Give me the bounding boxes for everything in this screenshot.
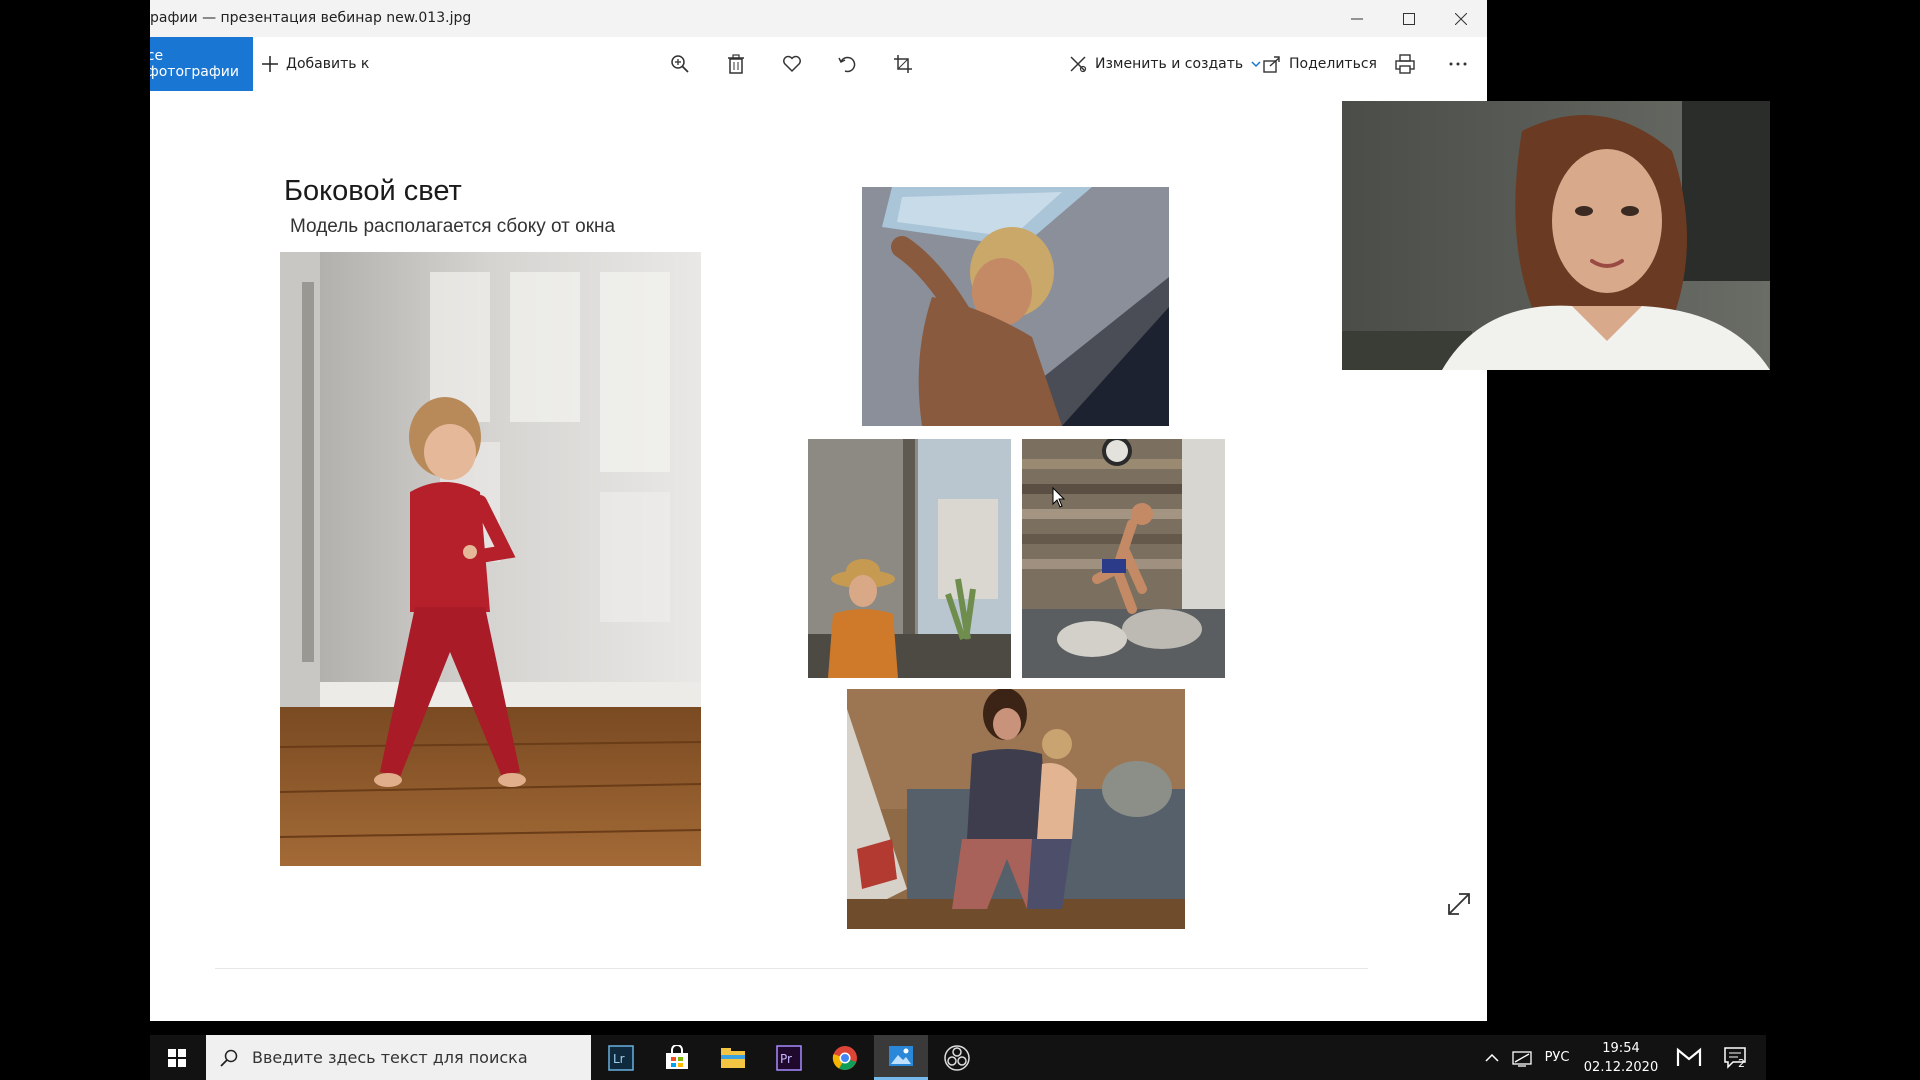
taskbar-store[interactable] [650, 1035, 704, 1080]
taskbar-file-explorer[interactable] [706, 1035, 760, 1080]
mail-notifier-icon [1676, 1047, 1702, 1066]
zoom-button[interactable] [662, 37, 698, 91]
edit-create-menu[interactable]: Изменить и создать [1069, 37, 1261, 91]
windows-taskbar: Введите здесь текст для поиска Lr Pr РУС… [150, 1035, 1766, 1080]
search-icon [220, 1049, 238, 1067]
close-icon [1455, 12, 1467, 25]
photo-child-red-pajamas [280, 252, 701, 866]
title-bar: рафии — презентация вебинар new.013.jpg [150, 0, 1487, 37]
taskbar-lightroom[interactable]: Lr [594, 1035, 648, 1080]
tray-overflow-button[interactable] [1480, 1035, 1504, 1080]
slide-image: Боковой свет Модель располагается сбоку … [150, 91, 1487, 1021]
taskbar-chrome[interactable] [818, 1035, 872, 1080]
tray-language[interactable]: РУС [1540, 1035, 1574, 1080]
crop-icon [894, 55, 912, 73]
taskbar-obs[interactable] [930, 1035, 984, 1080]
share-label: Поделиться [1289, 56, 1377, 72]
premiere-icon: Pr [776, 1044, 802, 1071]
add-to-button[interactable]: Добавить к [262, 37, 369, 91]
photo-girl-with-hat [808, 439, 1011, 678]
expand-icon [1448, 893, 1470, 915]
chevron-down-icon [1251, 61, 1261, 68]
photo-boy-jumping [1022, 439, 1225, 678]
action-center-button[interactable]: 2 [1716, 1035, 1756, 1080]
slide-title: Боковой свет [284, 175, 462, 207]
taskbar-search-box[interactable]: Введите здесь текст для поиска [206, 1035, 591, 1080]
print-button[interactable] [1387, 37, 1423, 91]
edit-create-label: Изменить и создать [1095, 56, 1244, 72]
favorite-button[interactable] [774, 37, 810, 91]
plus-icon [262, 56, 278, 72]
photo-toolbar: се фотографии Добавить к Изменить и созд… [150, 37, 1487, 91]
maximize-button[interactable] [1383, 0, 1435, 37]
more-icon [1449, 62, 1467, 66]
obs-icon [944, 1044, 970, 1071]
start-button[interactable] [150, 1035, 204, 1080]
folder-icon [721, 1047, 745, 1068]
edit-create-icon [1070, 56, 1087, 73]
taskbar-premiere[interactable]: Pr [762, 1035, 816, 1080]
printer-icon [1395, 54, 1415, 74]
notification-count-badge: 2 [1738, 1057, 1745, 1070]
share-button[interactable]: Поделиться [1263, 37, 1377, 91]
lightroom-icon: Lr [608, 1044, 634, 1071]
tray-network-button[interactable] [1508, 1035, 1536, 1080]
windows-logo-icon [168, 1048, 186, 1067]
slide-subtitle: Модель располагается сбоку от окна [290, 216, 616, 237]
minimize-button[interactable] [1331, 0, 1383, 37]
photos-app-window: рафии — презентация вебинар new.013.jpg … [150, 0, 1487, 1021]
webcam-presenter-video [1342, 101, 1770, 370]
trash-icon [728, 54, 744, 74]
tray-gmail-notifier[interactable] [1670, 1035, 1710, 1080]
clock-date: 02.12.2020 [1583, 1060, 1659, 1075]
minimize-icon [1351, 18, 1363, 19]
close-button[interactable] [1435, 0, 1487, 37]
store-bag-icon [666, 1044, 688, 1069]
clock-time: 19:54 [1602, 1041, 1640, 1056]
heart-icon [783, 55, 801, 72]
crop-button[interactable] [885, 37, 921, 91]
add-to-label: Добавить к [286, 56, 370, 72]
network-icon [1512, 1050, 1532, 1067]
chrome-icon [832, 1045, 857, 1070]
search-placeholder: Введите здесь текст для поиска [252, 1048, 528, 1067]
delete-button[interactable] [718, 37, 754, 91]
photos-icon [889, 1046, 913, 1066]
more-options-button[interactable] [1440, 37, 1476, 91]
rotate-button[interactable] [829, 37, 865, 91]
chevron-up-icon [1485, 1053, 1499, 1062]
window-title: рафии — презентация вебинар new.013.jpg [150, 10, 472, 26]
svg-text:Lr: Lr [613, 1052, 625, 1066]
all-photos-button[interactable]: се фотографии [150, 37, 253, 91]
photo-mother-child-couch [847, 689, 1185, 929]
taskbar-clock[interactable]: 19:54 02.12.2020 [1576, 1039, 1666, 1077]
share-icon [1263, 56, 1280, 73]
zoom-in-icon [671, 55, 689, 73]
notifications-icon [1724, 1046, 1746, 1069]
rotate-icon [838, 56, 856, 73]
mouse-cursor-icon [1052, 487, 1066, 508]
photo-child-at-skylight [862, 187, 1169, 426]
maximize-icon [1403, 12, 1415, 25]
taskbar-photos[interactable] [874, 1035, 928, 1080]
fullscreen-button[interactable] [1446, 891, 1472, 917]
slide-divider [215, 968, 1368, 969]
svg-text:Pr: Pr [780, 1052, 792, 1066]
